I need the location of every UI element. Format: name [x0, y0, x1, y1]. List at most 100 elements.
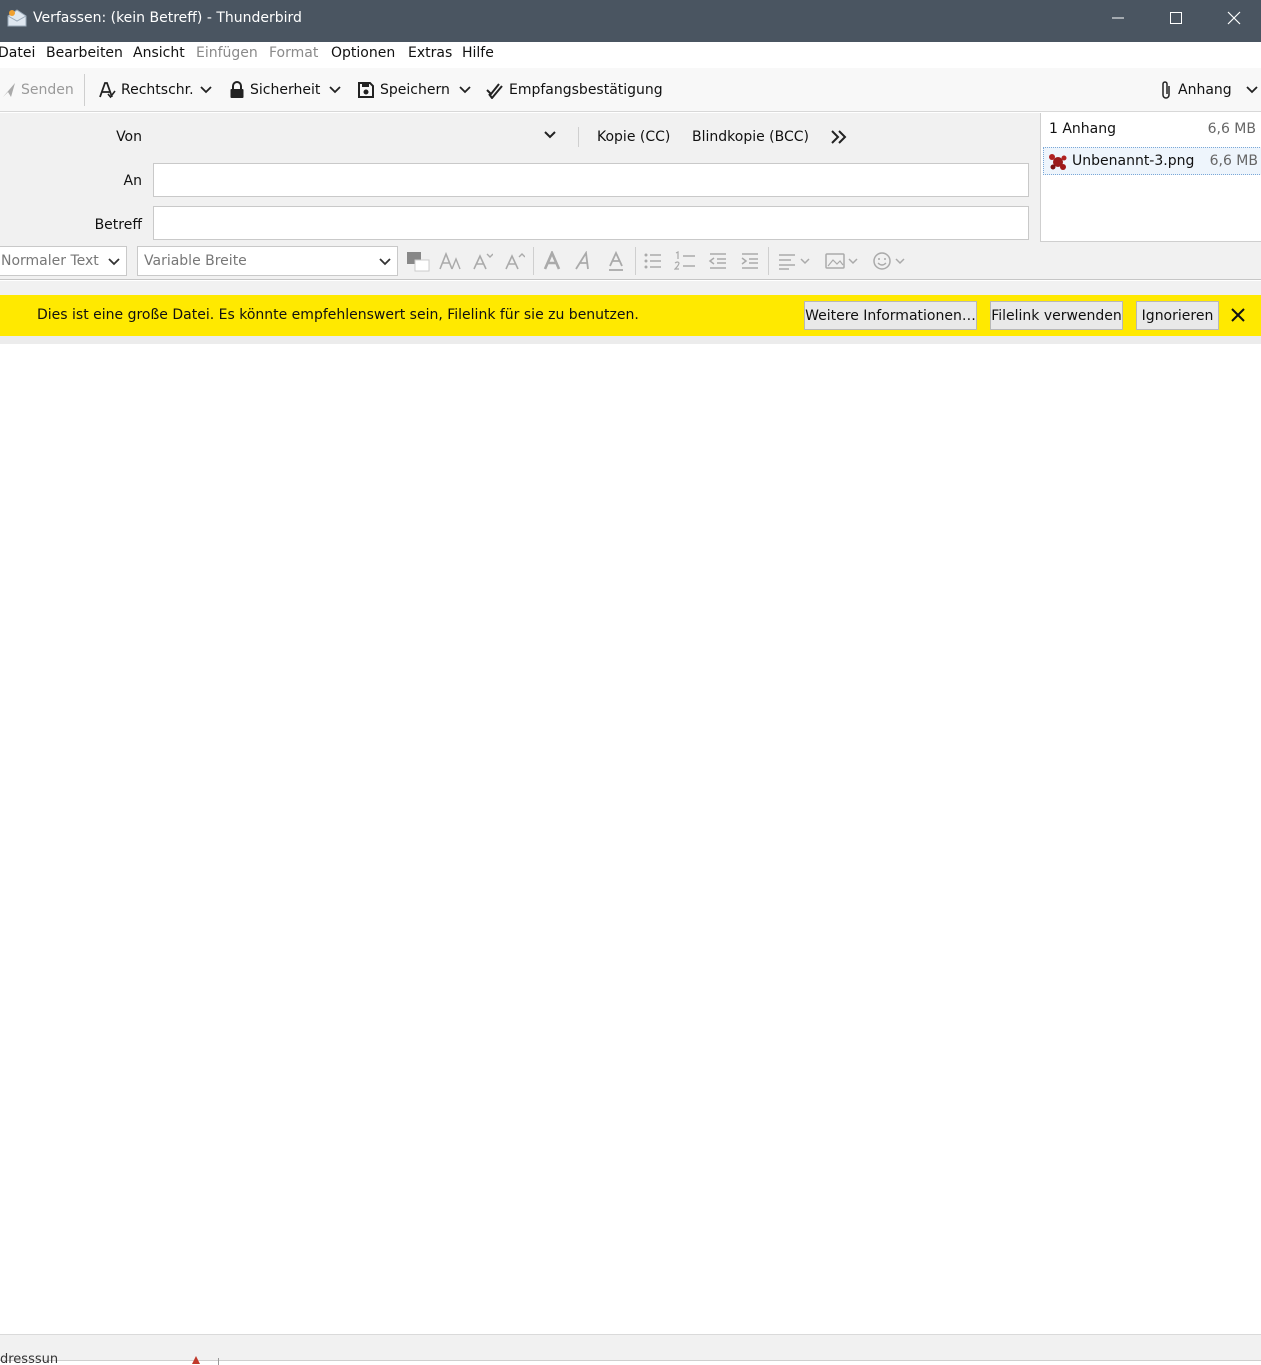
italic-button[interactable]: [572, 250, 596, 272]
paragraph-format-select[interactable]: Normaler Text: [0, 246, 127, 276]
header-separator: [578, 127, 579, 147]
subject-label: Betreff: [94, 217, 142, 233]
paperclip-icon: [1162, 81, 1170, 99]
add-bcc-button[interactable]: Blindkopie (BCC): [692, 129, 809, 145]
font-family-select[interactable]: Variable Breite: [137, 246, 398, 276]
spellcheck-label: Rechtschr.: [121, 82, 194, 98]
underline-button[interactable]: [604, 250, 628, 272]
status-separator: [218, 1358, 219, 1365]
chevron-down-icon: [108, 258, 120, 266]
spellcheck-dropdown[interactable]: [199, 79, 213, 101]
compose-toolbar: Senden Rechtschr. Sicherheit Speichern E…: [0, 68, 1261, 112]
bulleted-list-button[interactable]: [641, 250, 665, 272]
color-picker-icon: [407, 252, 430, 272]
ignore-button[interactable]: Ignorieren: [1136, 301, 1219, 330]
image-file-icon: [1047, 152, 1069, 176]
large-file-notification: Dies ist eine große Datei. Es könnte emp…: [0, 295, 1261, 336]
format-separator: [533, 247, 534, 275]
attachment-name: Unbenannt-3.png: [1072, 153, 1195, 169]
outdent-button[interactable]: [706, 250, 730, 272]
send-button[interactable]: Senden: [2, 79, 74, 101]
status-lower-pane: [0, 1360, 1261, 1365]
numbered-list-button[interactable]: [673, 250, 697, 272]
format-toolbar: Normaler Text Variable Breite: [0, 242, 1261, 280]
decrease-font-size-button[interactable]: [470, 250, 494, 272]
dismiss-notification-button[interactable]: [1226, 303, 1250, 327]
attach-dropdown[interactable]: [1245, 79, 1259, 101]
text-color-button[interactable]: [406, 250, 430, 272]
bold-icon: [543, 251, 561, 270]
attach-button[interactable]: Anhang: [1159, 79, 1232, 101]
align-menu-button[interactable]: [776, 250, 814, 272]
attachment-count[interactable]: 1 Anhang: [1049, 121, 1116, 137]
subject-field[interactable]: [153, 206, 1029, 240]
notification-spacer: [0, 281, 1261, 295]
send-icon: [3, 83, 15, 97]
more-recipient-types-button[interactable]: [830, 129, 848, 149]
attachment-size: 6,6 MB: [1209, 153, 1258, 169]
save-icon: [358, 82, 374, 98]
chevron-down-icon: [200, 86, 212, 94]
format-separator: [768, 247, 769, 275]
attach-label: Anhang: [1178, 82, 1232, 98]
attachment-total-size: 6,6 MB: [1207, 121, 1256, 137]
menubar: Datei Bearbeiten Ansicht Einfügen Format…: [0, 42, 1261, 68]
security-dropdown[interactable]: [328, 79, 342, 101]
menu-bearbeiten[interactable]: Bearbeiten: [46, 45, 123, 61]
use-filelink-button[interactable]: Filelink verwenden: [990, 301, 1123, 330]
window-title: Verfassen: (kein Betreff) - Thunderbird: [33, 10, 302, 26]
italic-icon: [575, 251, 589, 270]
minimize-button[interactable]: [1089, 0, 1147, 36]
attachment-item[interactable]: Unbenannt-3.png 6,6 MB: [1043, 147, 1261, 175]
return-receipt-button[interactable]: Empfangsbestätigung: [486, 79, 663, 101]
align-left-icon: [779, 254, 810, 270]
save-button[interactable]: Speichern: [357, 79, 450, 101]
minimize-icon: [1112, 17, 1124, 19]
notification-message: Dies ist eine große Datei. Es könnte emp…: [37, 307, 639, 323]
maximize-button[interactable]: [1147, 0, 1205, 36]
chevron-down-icon: [1246, 86, 1258, 94]
menu-extras[interactable]: Extras: [408, 45, 452, 61]
close-icon: [1227, 11, 1241, 25]
save-dropdown[interactable]: [458, 79, 472, 101]
menu-ansicht[interactable]: Ansicht: [133, 45, 185, 61]
indent-button[interactable]: [738, 250, 762, 272]
increase-font-size-button[interactable]: [502, 250, 526, 272]
insert-menu-button[interactable]: [823, 250, 861, 272]
more-info-button[interactable]: Weitere Informationen…: [804, 301, 977, 330]
smiley-icon: [873, 252, 905, 270]
font-family-value: Variable Breite: [144, 253, 247, 269]
menu-format[interactable]: Format: [269, 45, 318, 61]
menu-datei[interactable]: Datei: [0, 45, 35, 61]
status-partial-text: dresssun: [0, 1352, 59, 1365]
message-body-editor[interactable]: [0, 344, 1261, 1334]
insert-image-icon: [825, 253, 858, 269]
format-separator: [635, 247, 636, 275]
bold-button[interactable]: [540, 250, 564, 272]
close-window-button[interactable]: [1205, 0, 1261, 36]
from-identity-select[interactable]: [153, 124, 573, 150]
menu-optionen[interactable]: Optionen: [331, 45, 395, 61]
menu-hilfe[interactable]: Hilfe: [462, 45, 494, 61]
to-field[interactable]: [153, 163, 1029, 197]
save-label: Speichern: [380, 82, 450, 98]
chevron-down-icon: [544, 131, 556, 139]
outdent-icon: [708, 253, 726, 269]
editor-top-border: [0, 336, 1261, 344]
paragraph-format-value: Normaler Text: [1, 253, 99, 269]
smaller-font-button[interactable]: [438, 250, 462, 272]
security-button[interactable]: Sicherheit: [229, 79, 320, 101]
chevron-down-icon: [459, 86, 471, 94]
menu-einfuegen[interactable]: Einfügen: [196, 45, 258, 61]
spellcheck-button[interactable]: Rechtschr.: [98, 79, 194, 101]
decrease-font-icon: [473, 253, 493, 270]
status-warning-icon: [192, 1356, 200, 1364]
from-dropdown[interactable]: [543, 128, 557, 144]
thunderbird-compose-icon: [6, 8, 28, 28]
return-receipt-label: Empfangsbestätigung: [509, 82, 663, 98]
emoji-menu-button[interactable]: [870, 250, 908, 272]
add-cc-button[interactable]: Kopie (CC): [597, 129, 670, 145]
toolbar-separator: [84, 74, 85, 106]
lock-icon: [230, 81, 244, 98]
increase-font-icon: [505, 253, 525, 270]
